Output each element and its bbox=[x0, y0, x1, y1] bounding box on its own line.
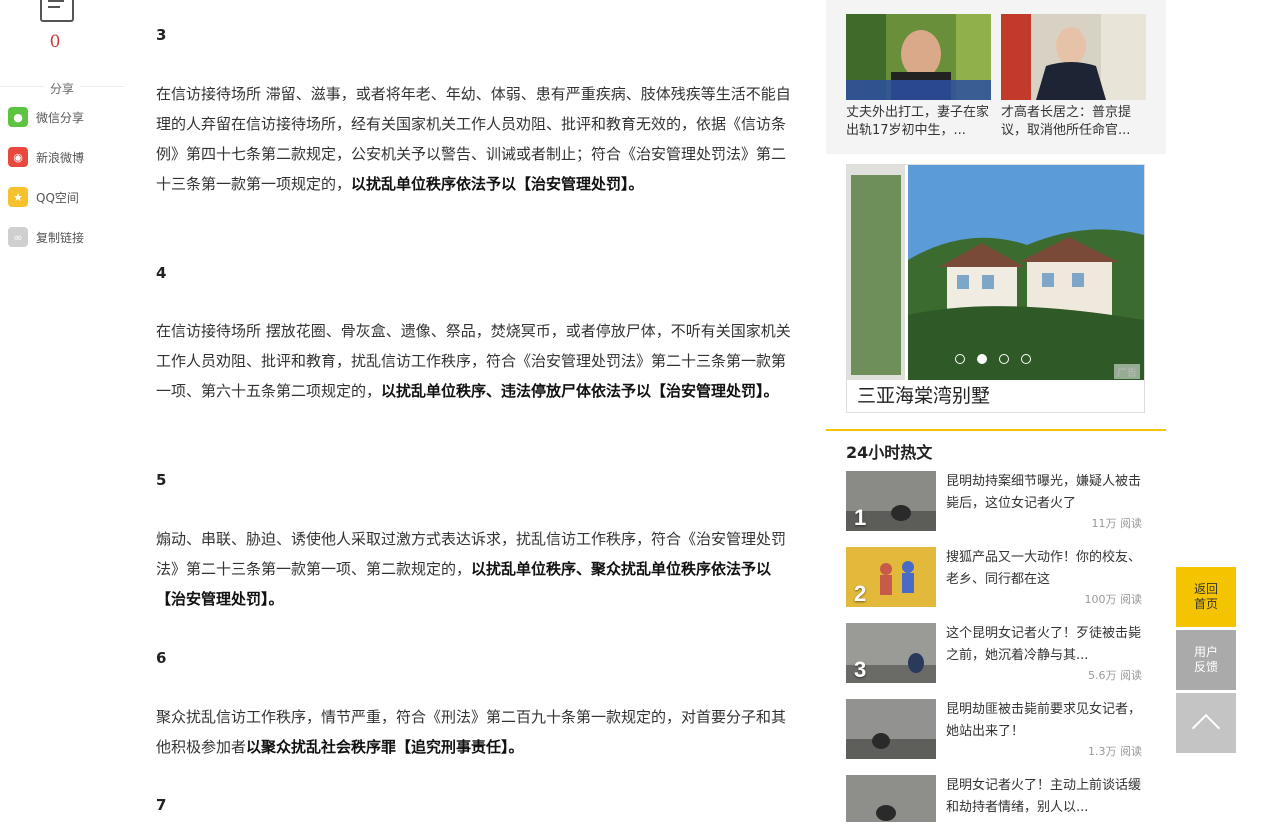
news-thumbnail[interactable] bbox=[1001, 14, 1146, 100]
chevron-up-icon bbox=[1191, 713, 1221, 743]
hot-title: 24小时热文 bbox=[846, 443, 933, 462]
share-label: 新浪微博 bbox=[36, 150, 85, 165]
hot-item-reads: 1.3万 阅读 bbox=[1088, 745, 1142, 758]
article-paragraph: 煽动、串联、胁迫、诱使他人采取过激方式表达诉求，扰乱信访工作秩序，符合《治安管理… bbox=[156, 530, 787, 608]
hot-item-title[interactable]: 昆明女记者火了！主动上前谈话缓和劫持者情绪，别人以... bbox=[946, 775, 1146, 819]
section-number: 4 bbox=[156, 264, 167, 282]
share-label: 微信分享 bbox=[36, 110, 85, 125]
section-number: 3 bbox=[156, 26, 167, 44]
news-photo-putin bbox=[1001, 14, 1146, 100]
section-number: 5 bbox=[156, 471, 167, 489]
ad-label[interactable]: 广告 bbox=[1114, 364, 1140, 379]
top-news-panel: 丈夫外出打工，妻子在家出轨17岁初中生，... 才高者长居之：普京提议，取消他所… bbox=[826, 0, 1166, 154]
carousel-dot[interactable] bbox=[955, 354, 965, 364]
carousel-dot[interactable] bbox=[999, 354, 1009, 364]
hot-item-title[interactable]: 昆明劫持案细节曝光，嫌疑人被击毙后，这位女记者火了 bbox=[946, 471, 1146, 515]
section-number: 7 bbox=[156, 796, 167, 814]
hot-item[interactable]: 昆明劫匪被击毙前要求见女记者，她站出来了！ 1.3万 阅读 bbox=[846, 699, 1146, 761]
hot-item[interactable]: 1 昆明劫持案细节曝光，嫌疑人被击毙后，这位女记者火了 11万 阅读 bbox=[846, 471, 1146, 533]
hot-item-reads: 5.6万 阅读 bbox=[1088, 669, 1142, 682]
back-home-button[interactable]: 返回首页 bbox=[1176, 567, 1236, 627]
share-weibo-button[interactable]: ◉ 新浪微博 bbox=[8, 147, 84, 167]
carousel-dot[interactable] bbox=[977, 354, 987, 364]
hot-divider bbox=[826, 429, 1166, 431]
hot-rank: 1 bbox=[854, 505, 867, 530]
hot-item[interactable]: 2 搜狐产品又一大动作！你的校友、老乡、同行都在这 100万 阅读 bbox=[846, 547, 1146, 609]
news-thumbnail[interactable] bbox=[846, 14, 991, 100]
hot-thumbnail[interactable] bbox=[846, 699, 936, 759]
hot-item[interactable]: 昆明女记者火了！主动上前谈话缓和劫持者情绪，别人以... bbox=[846, 775, 1146, 837]
news-photo-man bbox=[846, 14, 991, 100]
article-paragraph: 在信访接待场所 滞留、滋事，或者将年老、年幼、体弱、患有严重疾病、肢体残疾等生活… bbox=[156, 85, 791, 193]
share-qzone-button[interactable]: ★ QQ空间 bbox=[8, 187, 79, 207]
share-label: 复制链接 bbox=[36, 230, 85, 245]
hot-item-title[interactable]: 搜狐产品又一大动作！你的校友、老乡、同行都在这 bbox=[946, 547, 1146, 591]
qzone-icon: ★ bbox=[8, 187, 28, 207]
comment-icon[interactable] bbox=[40, 0, 74, 22]
back-to-top-button[interactable] bbox=[1176, 693, 1236, 753]
hot-rank: 2 bbox=[854, 581, 867, 606]
link-icon: ∞ bbox=[8, 227, 28, 247]
article-paragraph: 在信访接待场所 摆放花圈、骨灰盒、遗像、祭品，焚烧冥币，或者停放尸体，不听有关国… bbox=[156, 322, 791, 400]
paragraph-emphasis: 以扰乱单位秩序依法予以【治安管理处罚】。 bbox=[351, 175, 644, 193]
section-number: 6 bbox=[156, 649, 167, 667]
share-title: 分享 bbox=[0, 80, 124, 97]
paragraph-emphasis: 以扰乱单位秩序、违法停放尸体依法予以【治安管理处罚】。 bbox=[381, 382, 779, 400]
hot-item-reads: 11万 阅读 bbox=[1091, 517, 1143, 530]
hot-thumbnail[interactable] bbox=[846, 775, 936, 835]
hot-item-title[interactable]: 昆明劫匪被击毙前要求见女记者，她站出来了！ bbox=[946, 699, 1146, 743]
ad-image[interactable] bbox=[847, 165, 1144, 380]
hot-item[interactable]: 3 这个昆明女记者火了！歹徒被击毙之前，她沉着冷静与其... 5.6万 阅读 bbox=[846, 623, 1146, 685]
copy-link-button[interactable]: ∞ 复制链接 bbox=[8, 227, 84, 247]
wechat-icon: ● bbox=[8, 107, 28, 127]
news-caption[interactable]: 才高者长居之：普京提议，取消他所任命官... bbox=[1001, 104, 1146, 140]
share-wechat-button[interactable]: ● 微信分享 bbox=[8, 107, 84, 127]
carousel-dot[interactable] bbox=[1021, 354, 1031, 364]
share-label: QQ空间 bbox=[36, 190, 79, 205]
article-paragraph: 聚众扰乱信访工作秩序，情节严重，符合《刑法》第二百九十条第一款规定的，对首要分子… bbox=[156, 708, 787, 756]
news-caption[interactable]: 丈夫外出打工，妻子在家出轨17岁初中生，... bbox=[846, 104, 991, 140]
weibo-icon: ◉ bbox=[8, 147, 28, 167]
feedback-button[interactable]: 用户反馈 bbox=[1176, 630, 1236, 690]
paragraph-emphasis: 以聚众扰乱社会秩序罪【追究刑事责任】。 bbox=[246, 738, 524, 756]
ad-banner[interactable]: 广告 三亚海棠湾别墅 bbox=[846, 164, 1145, 413]
hot-rank: 3 bbox=[854, 657, 867, 682]
hot-item-reads: 100万 阅读 bbox=[1084, 593, 1143, 606]
ad-title[interactable]: 三亚海棠湾别墅 bbox=[857, 381, 990, 411]
carousel-dots[interactable] bbox=[955, 354, 1031, 364]
comment-count[interactable]: 0 bbox=[40, 32, 70, 52]
hot-item-title[interactable]: 这个昆明女记者火了！歹徒被击毙之前，她沉着冷静与其... bbox=[946, 623, 1146, 667]
